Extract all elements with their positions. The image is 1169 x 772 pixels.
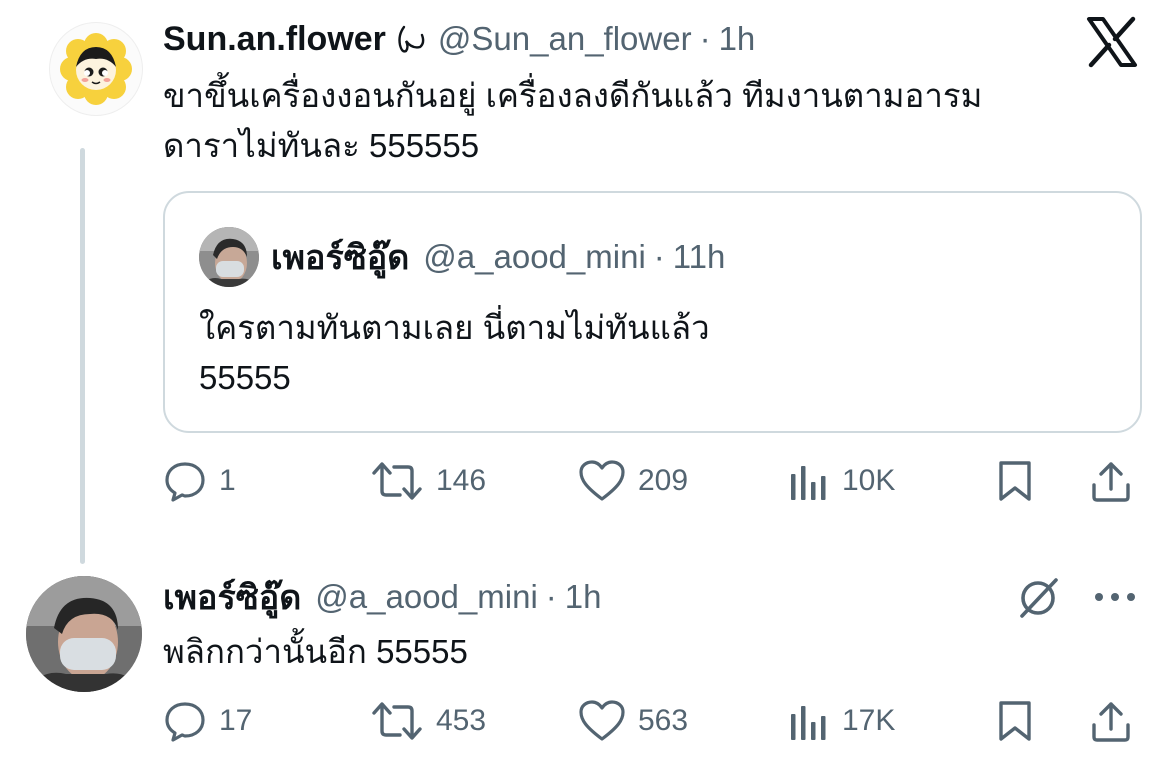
like-button[interactable]: 563	[578, 698, 688, 744]
share-button[interactable]	[1088, 458, 1134, 504]
separator-dot: ·	[653, 238, 665, 275]
repost-count: 146	[436, 464, 487, 497]
separator-dot: ·	[699, 20, 711, 57]
grok-icon	[1020, 578, 1058, 618]
more-options-button[interactable]	[1090, 582, 1140, 612]
share-icon	[1092, 702, 1130, 742]
quote-text: ใครตามทันตามเลย นี่ตามไม่ทันแล้ว 55555	[199, 303, 1099, 403]
post-text-line: ขาขึ้นเครื่องงอนกันอยู่ เครื่องลงดีกันแล…	[163, 77, 983, 114]
share-button[interactable]	[1088, 698, 1134, 744]
quote-display-name[interactable]: เพอร์ซิอู๊ด	[271, 230, 409, 284]
post-text: ขาขึ้นเครื่องงอนกันอยู่ เครื่องลงดีกันแล…	[163, 71, 1123, 171]
timestamp[interactable]: 1h	[719, 20, 756, 58]
separator-dot: ·	[545, 578, 557, 615]
bookmark-icon	[999, 701, 1031, 741]
quote-text-line: 55555	[199, 359, 291, 396]
post-text-line: ดาราไม่ทันละ 555555	[163, 127, 480, 164]
like-count: 563	[638, 704, 689, 737]
repost-button[interactable]: 146	[370, 458, 486, 504]
repost-count: 453	[436, 704, 487, 737]
more-dots-icon	[1095, 593, 1135, 601]
bookmark-button[interactable]	[994, 458, 1036, 504]
person-photo-icon	[199, 227, 259, 287]
bookmark-icon	[999, 461, 1031, 501]
reply-count: 17	[219, 704, 253, 737]
repost-icon	[372, 462, 422, 500]
grok-button[interactable]	[1012, 574, 1064, 622]
person-photo-icon	[26, 576, 142, 692]
repost-icon	[372, 702, 422, 740]
display-name[interactable]: Sun.an.flower	[163, 20, 386, 59]
reply-icon	[165, 462, 205, 502]
avatar-sun-an-flower[interactable]	[49, 22, 143, 116]
handle[interactable]: @Sun_an_flower	[438, 20, 692, 58]
views-count: 10K	[842, 464, 896, 497]
share-icon	[1092, 462, 1130, 502]
repost-button[interactable]: 453	[370, 698, 486, 744]
views-chart-icon	[791, 706, 826, 740]
avatar-a-aood-mini-reply[interactable]	[26, 576, 142, 692]
reply-button[interactable]: 17	[163, 698, 252, 744]
quote-header: เพอร์ซิอู๊ด @a_aood_mini · 11h	[271, 233, 725, 281]
quote-text-line: ใครตามทันตามเลย นี่ตามไม่ทันแล้ว	[199, 309, 710, 346]
views-chart-icon	[791, 466, 826, 500]
x-logo-icon[interactable]	[1086, 16, 1138, 68]
like-button[interactable]: 209	[578, 458, 688, 504]
heart-icon	[579, 700, 625, 741]
scribble-badge-icon	[394, 21, 428, 57]
reply-button[interactable]: 1	[163, 458, 236, 504]
avatar-a-aood-mini[interactable]	[199, 227, 259, 287]
handle[interactable]: @a_aood_mini	[315, 578, 537, 616]
timestamp[interactable]: 1h	[565, 578, 602, 616]
views-count: 17K	[842, 704, 896, 737]
reply-count: 1	[219, 464, 236, 497]
reply-header: เพอร์ซิอู๊ด @a_aood_mini · 1h	[163, 572, 602, 622]
bookmark-button[interactable]	[994, 698, 1036, 744]
sunflower-avatar-icon	[60, 33, 132, 105]
like-count: 209	[638, 464, 689, 497]
reply-icon	[165, 702, 205, 742]
quoted-post-card[interactable]: เพอร์ซิอู๊ด @a_aood_mini · 11h ใครตามทัน…	[163, 191, 1142, 433]
post-header: Sun.an.flower @Sun_an_flower · 1h	[163, 14, 755, 64]
quote-handle[interactable]: @a_aood_mini	[423, 238, 645, 276]
quote-timestamp[interactable]: 11h	[673, 238, 726, 276]
heart-icon	[579, 460, 625, 501]
views-button[interactable]: 10K	[788, 458, 895, 504]
thread-connector-line	[80, 148, 85, 564]
reply-text: พลิกกว่านั้นอีก 55555	[163, 633, 468, 670]
display-name[interactable]: เพอร์ซิอู๊ด	[163, 570, 301, 624]
views-button[interactable]: 17K	[788, 698, 895, 744]
